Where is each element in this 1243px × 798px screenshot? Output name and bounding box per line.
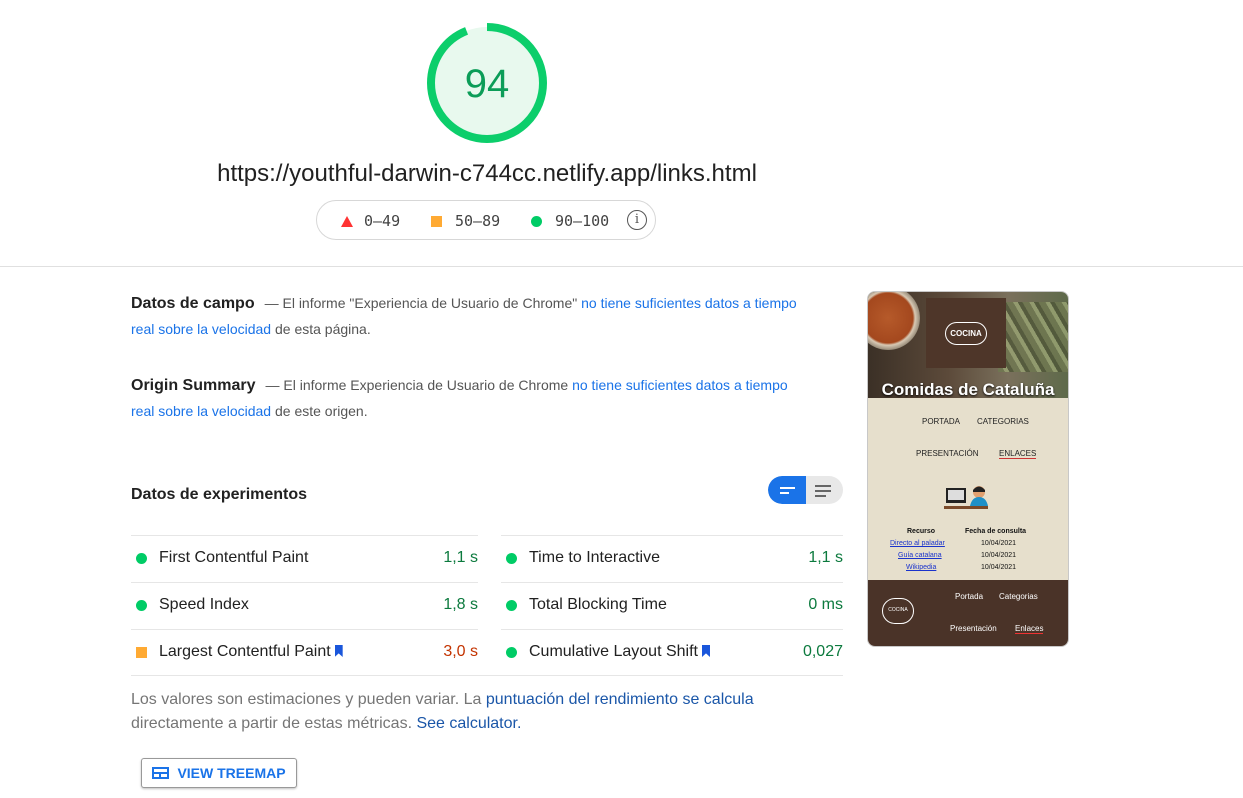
view-treemap-label: VIEW TREEMAP <box>177 765 286 781</box>
footer-cocina-logo: COCINA <box>882 598 914 624</box>
field-data-section: Datos de campo — El informe "Experiencia … <box>131 291 811 341</box>
field-data-title: Datos de campo <box>131 295 255 312</box>
table-row-date: 10/04/2021 <box>981 540 1017 547</box>
thumbnail-nav-presentacion: PRESENTACIÓN <box>916 449 979 458</box>
footer-nav-presentacion: Presentación <box>950 624 997 633</box>
see-calculator-link[interactable]: See calculator. <box>416 715 521 732</box>
field-data-text-end: de esta página. <box>271 320 371 337</box>
metric-name: Time to Interactive <box>529 549 661 566</box>
sauce-bowl-image <box>868 292 920 350</box>
pass-circle-icon <box>136 553 147 564</box>
metric-name-text: Largest Contentful Paint <box>159 643 331 660</box>
pass-circle-icon <box>136 600 147 611</box>
metrics-view-toggle[interactable] <box>768 476 843 504</box>
metric-cumulative-layout-shift: Cumulative Layout Shift 0,027 <box>501 629 843 675</box>
table-row-date: 10/04/2021 <box>981 564 1017 571</box>
metric-name: Cumulative Layout Shift <box>529 643 710 661</box>
thumbnail-footer: COCINA Portada Categorias Presentación E… <box>868 580 1068 646</box>
thumbnail-nav-categorias: CATEGORIAS <box>977 417 1029 426</box>
table-row-date: 10/04/2021 <box>981 552 1017 559</box>
legend-pass-range: 90–100 <box>555 212 610 230</box>
field-data-text: — El informe "Experiencia de Usuario de … <box>264 295 582 311</box>
metric-value: 0,027 <box>802 643 843 660</box>
origin-summary-title: Origin Summary <box>131 377 256 394</box>
thumbnail-nav-enlaces: ENLACES <box>999 449 1037 459</box>
metric-speed-index: Speed Index 1,8 s <box>131 582 478 628</box>
footer-nav-categorias: Categorias <box>999 592 1038 601</box>
lab-data-title: Datos de experimentos <box>131 486 308 503</box>
bookmark-icon <box>334 645 343 657</box>
compact-view-button[interactable] <box>768 476 806 504</box>
pass-circle-icon <box>531 215 542 227</box>
metric-value: 1,1 s <box>443 549 478 566</box>
cocina-logo: COCINA <box>926 298 1006 368</box>
legend-fail: 0–49 <box>341 212 400 230</box>
info-icon[interactable]: i <box>627 210 647 230</box>
person-at-computer-icon <box>944 486 988 509</box>
metric-value: 1,1 s <box>808 549 843 566</box>
legend-average-range: 50–89 <box>455 212 501 230</box>
metrics-footnote: Los valores son estimaciones y pueden va… <box>131 688 843 736</box>
table-row-link: Guía catalana <box>898 552 942 559</box>
score-legend: 0–49 50–89 90–100 i <box>316 200 656 240</box>
metric-value: 0 ms <box>808 596 843 613</box>
performance-score-gauge: 94 <box>426 22 548 144</box>
footnote-text-2: directamente a partir de estas métricas. <box>131 715 417 732</box>
header-divider <box>0 266 1243 267</box>
bookmark-icon <box>701 645 710 657</box>
footer-nav-enlaces: Enlaces <box>1015 624 1044 634</box>
table-header-fecha: Fecha de consulta <box>965 528 1027 535</box>
pass-circle-icon <box>506 553 517 564</box>
metric-first-contentful-paint: First Contentful Paint 1,1 s <box>131 535 478 581</box>
performance-score-link[interactable]: puntuación del rendimiento se calcula <box>486 691 754 708</box>
treemap-icon <box>152 767 170 779</box>
average-square-icon <box>431 215 442 227</box>
final-screenshot-thumbnail[interactable]: COCINA Comidas de Cataluña PORTADA CATEG… <box>867 291 1069 647</box>
view-treemap-button[interactable]: VIEW TREEMAP <box>141 758 297 788</box>
origin-summary-section: Origin Summary — El informe Experiencia d… <box>131 373 811 423</box>
origin-summary-text-end: de este origen. <box>271 402 368 419</box>
metric-total-blocking-time: Total Blocking Time 0 ms <box>501 582 843 628</box>
metric-value: 1,8 s <box>443 596 478 613</box>
performance-score: 94 <box>464 62 510 106</box>
page-url: https://youthful-darwin-c744cc.netlify.a… <box>217 160 757 187</box>
legend-fail-range: 0–49 <box>364 212 401 230</box>
pass-circle-icon <box>506 600 517 611</box>
fail-triangle-icon <box>341 215 353 227</box>
legend-average: 50–89 <box>431 212 500 230</box>
metric-value: 3,0 s <box>443 643 478 660</box>
footer-nav-portada: Portada <box>955 592 984 601</box>
thumbnail-site-title: Comidas de Cataluña <box>881 380 1055 399</box>
metric-name-text: Cumulative Layout Shift <box>529 643 698 660</box>
origin-summary-text: — El informe Experiencia de Usuario de C… <box>265 377 573 393</box>
metric-name: First Contentful Paint <box>159 549 309 566</box>
average-square-icon <box>136 647 147 658</box>
metric-name: Speed Index <box>159 596 249 613</box>
table-row-link: Directo al paladar <box>890 540 945 547</box>
asparagus-image <box>998 302 1068 372</box>
metric-name: Largest Contentful Paint <box>159 643 343 661</box>
metric-largest-contentful-paint: Largest Contentful Paint 3,0 s <box>131 629 478 675</box>
metric-time-to-interactive: Time to Interactive 1,1 s <box>501 535 843 581</box>
pass-circle-icon <box>506 647 517 658</box>
cocina-logo-text: COCINA <box>945 321 987 345</box>
legend-pass: 90–100 <box>531 212 609 230</box>
metrics-divider <box>131 675 843 676</box>
metric-name: Total Blocking Time <box>529 596 667 613</box>
table-row-link: Wikipedia <box>906 564 937 571</box>
thumbnail-nav-portada: PORTADA <box>922 417 960 426</box>
table-header-recurso: Recurso <box>907 528 936 535</box>
footnote-text: Los valores son estimaciones y pueden va… <box>131 691 486 708</box>
